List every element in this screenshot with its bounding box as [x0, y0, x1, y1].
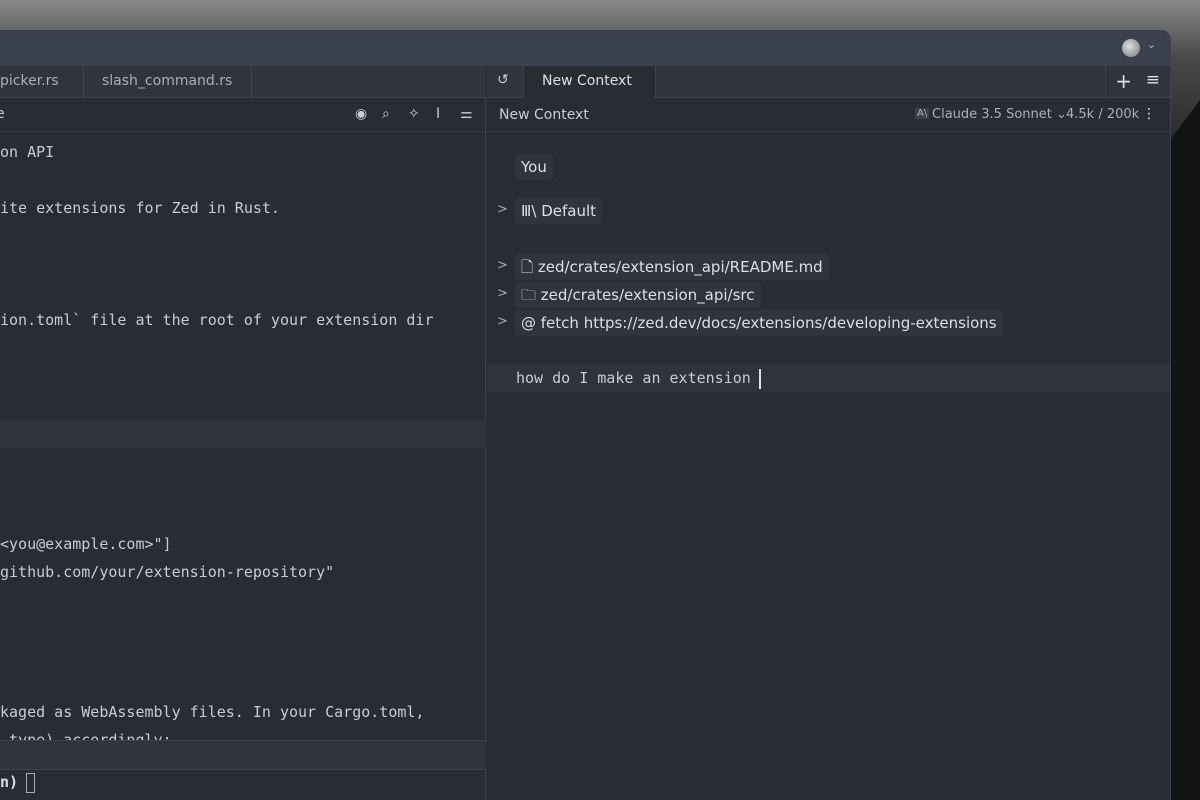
context-item[interactable]: 🗋 zed/crates/extension_api/README.md: [515, 254, 829, 280]
divider: [1105, 66, 1106, 98]
search-icon[interactable]: ⌕: [382, 106, 390, 122]
tab-label: slash_command.rs: [102, 73, 233, 89]
input-text: how do I make an extension: [516, 369, 751, 387]
panel-divider-bar: [0, 740, 486, 770]
chevron-down-icon[interactable]: ⌄: [1147, 38, 1156, 51]
token-count: 4.5k / 200k: [1066, 107, 1140, 122]
context-item-label: zed/crates/extension_api/README.md: [537, 258, 823, 276]
user-avatar[interactable]: [1122, 39, 1140, 57]
context-item-label: fetch https://zed.dev/docs/extensions/de…: [540, 314, 997, 332]
model-name: Claude 3.5 Sonnet: [932, 107, 1052, 122]
message-input[interactable]: how do I make an extension: [487, 364, 1170, 392]
folder-icon: 🗀: [521, 286, 541, 304]
model-selector[interactable]: Claude 3.5 Sonnet ⌄: [932, 107, 1067, 122]
sliders-icon[interactable]: ⚌: [460, 106, 473, 122]
code-line: ion.toml` file at the root of your exten…: [0, 311, 434, 329]
file-icon: 🗋: [521, 258, 538, 276]
terminal-prompt[interactable]: n): [0, 770, 36, 794]
menu-icon[interactable]: ≡: [1146, 70, 1160, 90]
text-caret: [758, 368, 761, 389]
code-line: <you@example.com>"]: [0, 535, 172, 553]
history-icon[interactable]: ↺: [497, 72, 509, 88]
tab-label: picker.rs: [0, 73, 59, 89]
code-line: on API: [0, 143, 55, 161]
plus-icon[interactable]: +: [1115, 69, 1132, 93]
role-label[interactable]: You: [515, 154, 553, 180]
sparkle-icon[interactable]: ✧: [408, 106, 420, 122]
library-icon: Ⅲ\: [521, 202, 537, 220]
current-line-highlight: [0, 420, 486, 448]
eye-icon[interactable]: ◉: [355, 106, 367, 122]
prompt-label: Default: [541, 202, 596, 220]
at-icon: @: [521, 314, 541, 332]
code-line: ite extensions for Zed in Rust.: [0, 199, 280, 217]
context-title: New Context: [499, 107, 589, 123]
code-line: kaged as WebAssembly files. In your Carg…: [0, 703, 425, 721]
title-bar: ⌄: [0, 30, 1170, 66]
terminal-text: n): [0, 773, 19, 791]
chevron-right-icon[interactable]: >: [497, 202, 508, 217]
editor-tab-bar: picker.rs slash_command.rs: [0, 66, 486, 98]
chevron-right-icon[interactable]: >: [497, 314, 508, 329]
prompt-chip-default[interactable]: Ⅲ\ Default: [515, 198, 602, 224]
chevron-right-icon[interactable]: >: [497, 258, 508, 273]
tab-picker[interactable]: picker.rs: [0, 66, 84, 98]
tab-slash-command[interactable]: slash_command.rs: [84, 66, 252, 98]
role-text: You: [521, 158, 547, 176]
breadcrumb[interactable]: e: [0, 106, 5, 122]
tab-new-context[interactable]: New Context: [523, 66, 656, 99]
context-item[interactable]: @ fetch https://zed.dev/docs/extensions/…: [515, 310, 1003, 336]
chevron-right-icon[interactable]: >: [497, 286, 508, 301]
assistant-tab-bar: ↺ New Context + ≡: [487, 66, 1170, 99]
editor-window: ⌄ picker.rs slash_command.rs ↺ New Conte…: [0, 30, 1171, 800]
context-item-label: zed/crates/extension_api/src: [540, 286, 755, 304]
anthropic-icon: A\: [915, 108, 930, 119]
code-line: github.com/your/extension-repository": [0, 563, 335, 581]
context-item[interactable]: 🗀 zed/crates/extension_api/src: [515, 282, 761, 308]
editor-toolbar: e ◉ ⌕ ✧ I ⚌: [0, 98, 485, 132]
terminal-cursor: [26, 772, 36, 793]
tab-label: New Context: [542, 73, 632, 89]
text-cursor-icon[interactable]: I: [436, 106, 440, 122]
editor-pane: e ◉ ⌕ ✧ I ⚌ on API ite extensions for Zed…: [0, 98, 486, 800]
more-options-icon[interactable]: ⋮: [1142, 106, 1156, 122]
assistant-header: New Context A\ Claude 3.5 Sonnet ⌄ 4.5k …: [487, 98, 1170, 132]
assistant-panel: New Context A\ Claude 3.5 Sonnet ⌄ 4.5k …: [487, 98, 1170, 800]
